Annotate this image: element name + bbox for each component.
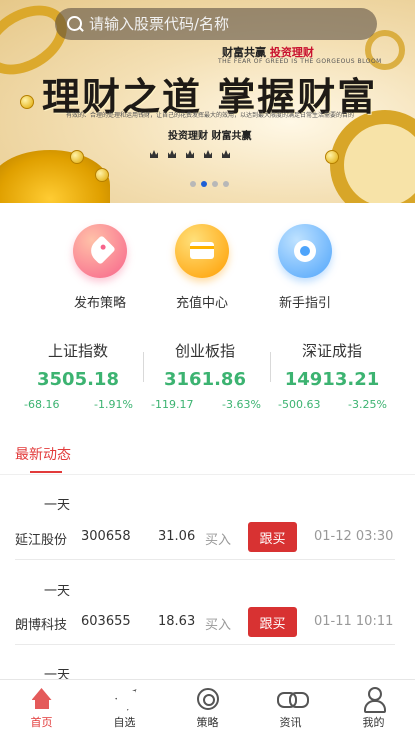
coin-decoration	[70, 150, 84, 164]
trade-action: 买入	[205, 533, 232, 548]
crown-icon	[204, 150, 212, 158]
quick-label: 充值中心	[175, 296, 228, 311]
divider	[15, 644, 395, 645]
quick-beginner-guide[interactable]: 新手指引	[255, 224, 355, 311]
stock-price: 18.63	[158, 614, 196, 629]
banner-english: THE FEAR OF GREED IS THE GORGEOUS BLOOM	[218, 58, 382, 65]
divider	[15, 559, 395, 560]
banner-subtitle: 投资理财 财富共赢	[168, 131, 252, 142]
crown-icon	[222, 150, 230, 158]
trade-time: 01-11 10:11	[314, 614, 394, 629]
crown-icon	[186, 150, 194, 158]
user-icon	[362, 687, 386, 713]
pager-dot[interactable]	[223, 181, 229, 187]
index-card-shenzhen[interactable]: 深证成指 14913.21	[263, 340, 401, 390]
home-icon	[30, 687, 54, 711]
pager-dot[interactable]	[212, 181, 218, 187]
trade-time: 01-12 03:30	[314, 529, 394, 544]
index-value: 3505.18	[37, 369, 119, 390]
follow-buy-button[interactable]: 跟买	[248, 607, 297, 637]
quick-label: 新手指引	[278, 296, 331, 311]
index-percent: -3.63%	[222, 398, 261, 411]
carousel-pager[interactable]	[190, 181, 229, 187]
tab-label: 策略	[196, 716, 219, 729]
tab-strategy[interactable]: 策略	[166, 680, 249, 736]
feed-user: 一天	[44, 584, 71, 599]
index-percent: -3.25%	[348, 398, 387, 411]
divider	[0, 474, 415, 475]
index-name: 创业板指	[174, 342, 235, 360]
card-icon	[175, 224, 229, 278]
latest-title[interactable]: 最新动态	[15, 444, 71, 464]
tag-icon	[73, 224, 127, 278]
index-card-shanghai[interactable]: 上证指数 3505.18	[9, 340, 147, 390]
market-indices: 上证指数 3505.18 -68.16 -1.91% 创业板指 3161.86 …	[0, 340, 415, 420]
quick-label: 发布策略	[73, 296, 126, 311]
flower-icon	[278, 224, 332, 278]
coin-decoration	[95, 168, 109, 182]
list-item: 延江股份 300658 31.06 买入 跟买 01-12 03:30	[0, 515, 415, 559]
latest-tab-indicator	[30, 471, 62, 473]
bottom-tab-bar: 首页 自选 策略 资讯 我的	[0, 679, 415, 736]
banner-crown-icons	[150, 150, 230, 158]
link-icon	[276, 687, 309, 711]
coin-decoration	[325, 150, 339, 164]
quick-recharge-center[interactable]: 充值中心	[152, 224, 252, 311]
index-card-chinext[interactable]: 创业板指 3161.86	[136, 340, 274, 390]
tab-watchlist[interactable]: 自选	[83, 680, 166, 736]
search-input[interactable]	[89, 15, 349, 33]
crown-icon	[168, 150, 176, 158]
banner-description: 有效的、合理的处理和运用钱财，让自己的花费发挥最大的效用，以达到最大限度的满足日…	[65, 112, 354, 119]
tab-news[interactable]: 资讯	[249, 680, 332, 736]
follow-buy-button[interactable]: 跟买	[248, 522, 297, 552]
trade-action: 买入	[205, 618, 232, 633]
tab-profile[interactable]: 我的	[332, 680, 415, 736]
gold-coin-pile	[0, 150, 110, 203]
crown-icon	[150, 150, 158, 158]
tab-label: 自选	[113, 716, 136, 729]
search-icon	[65, 14, 85, 34]
stock-name: 朗博科技	[15, 618, 68, 633]
index-percent: -1.91%	[94, 398, 133, 411]
list-item: 朗博科技 603655 18.63 买入 跟买 01-11 10:11	[0, 600, 415, 644]
quick-publish-strategy[interactable]: 发布策略	[50, 224, 150, 311]
index-value: 3161.86	[164, 369, 246, 390]
index-change: -119.17	[151, 398, 194, 411]
stock-price: 31.06	[158, 529, 196, 544]
feed-user: 一天	[44, 498, 71, 513]
gold-crown-decoration	[330, 110, 415, 203]
stock-name: 延江股份	[15, 533, 68, 548]
index-change: -500.63	[278, 398, 321, 411]
tab-home[interactable]: 首页	[0, 680, 83, 736]
search-bar[interactable]	[55, 8, 377, 40]
tab-label: 资讯	[279, 716, 302, 729]
stock-code: 603655	[81, 614, 131, 629]
tab-label: 首页	[30, 716, 53, 729]
pager-dot[interactable]	[190, 181, 196, 187]
index-name: 深证成指	[301, 342, 362, 360]
index-name: 上证指数	[47, 342, 108, 360]
coin-decoration	[20, 95, 34, 109]
stock-code: 300658	[81, 529, 131, 544]
index-change: -68.16	[24, 398, 60, 411]
pager-dot-active[interactable]	[201, 181, 207, 187]
index-value: 14913.21	[284, 369, 380, 390]
tab-label: 我的	[362, 716, 385, 729]
send-icon	[113, 687, 137, 711]
target-icon	[196, 687, 220, 711]
